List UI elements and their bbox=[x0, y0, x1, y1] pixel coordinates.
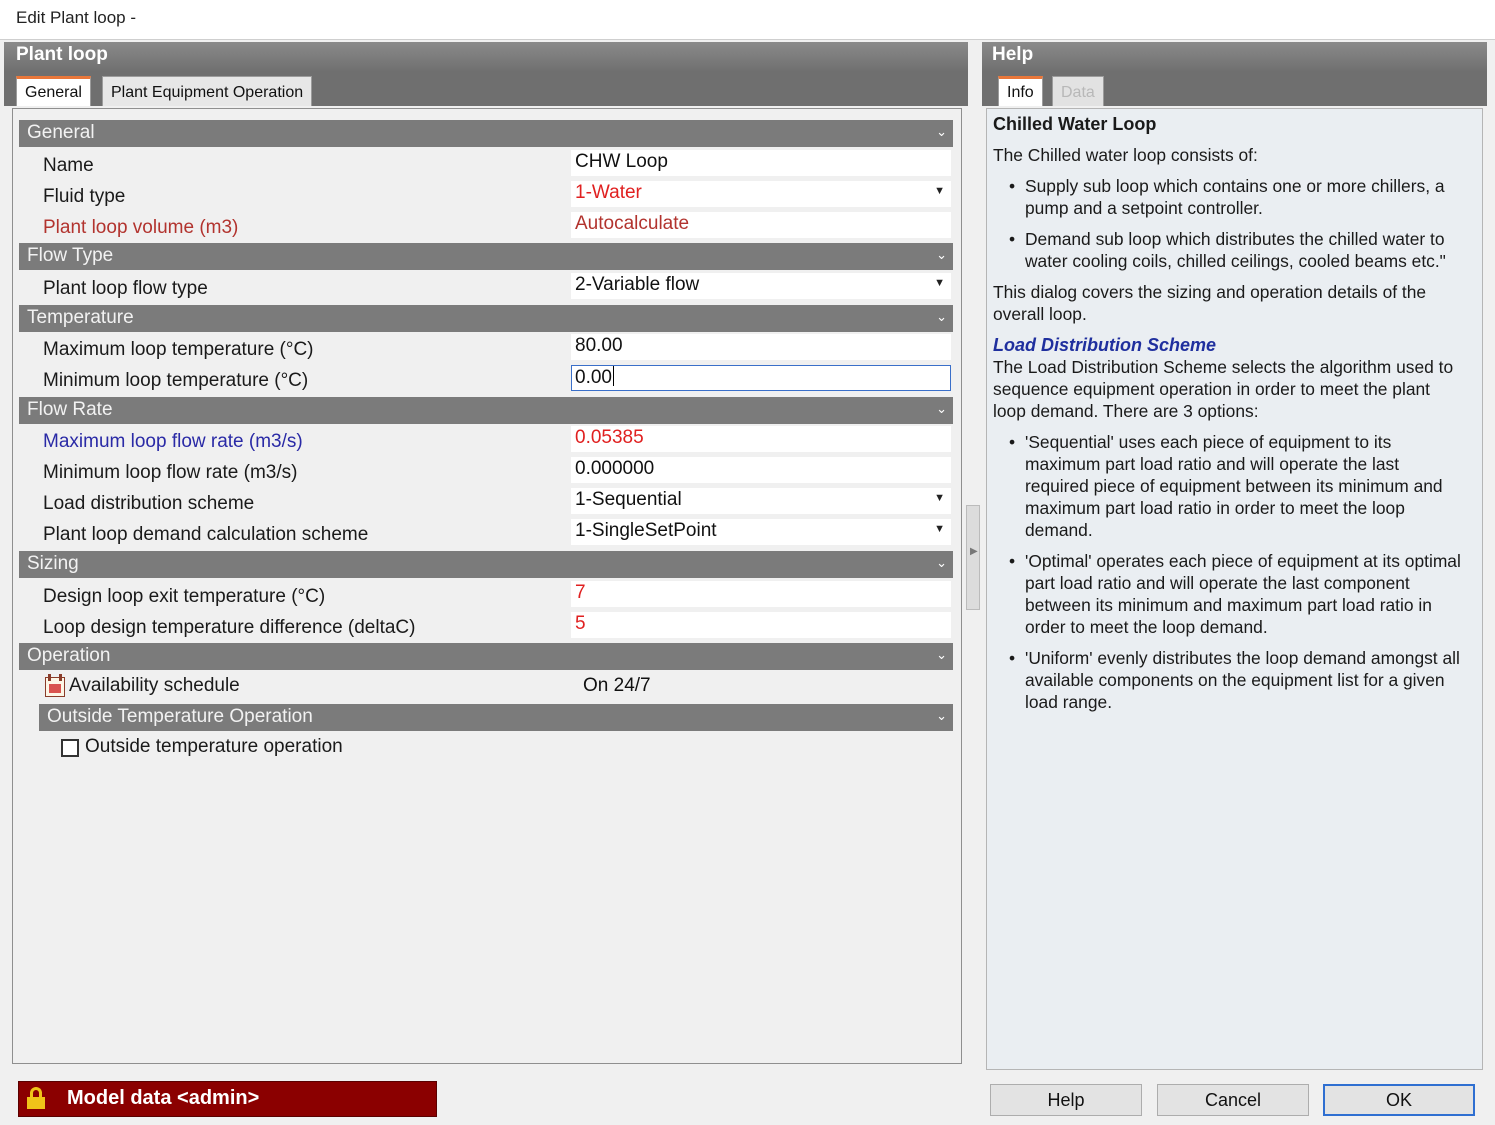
plant-loop-volume-label: Plant loop volume (m3) bbox=[43, 217, 239, 238]
design-exit-temp-input[interactable]: 7 bbox=[571, 581, 951, 607]
dropdown-arrow-icon[interactable]: ▼ bbox=[934, 523, 945, 535]
collapse-chevron-icon[interactable]: ⌄ bbox=[936, 247, 947, 263]
design-exit-temp-label: Design loop exit temperature (°C) bbox=[43, 586, 326, 607]
availability-schedule-label: Availability schedule bbox=[69, 675, 240, 696]
lock-icon bbox=[27, 1087, 45, 1109]
help-subheading: Load Distribution Scheme bbox=[993, 335, 1217, 355]
design-delta-t-input[interactable]: 5 bbox=[571, 612, 951, 638]
load-distribution-label: Load distribution scheme bbox=[43, 493, 255, 514]
max-loop-temp-label: Maximum loop temperature (°C) bbox=[43, 339, 314, 360]
section-general-title: General bbox=[27, 122, 95, 143]
help-option-list: 'Sequential' uses each piece of equipmen… bbox=[993, 431, 1463, 713]
help-component-list: Supply sub loop which contains one or mo… bbox=[993, 175, 1463, 272]
dropdown-arrow-icon[interactable]: ▼ bbox=[934, 492, 945, 504]
section-flow-type[interactable]: Flow Type ⌄ bbox=[19, 243, 953, 270]
section-operation[interactable]: Operation ⌄ bbox=[19, 643, 953, 670]
help-dialog-note: This dialog covers the sizing and operat… bbox=[993, 282, 1427, 324]
loop-flow-type-select[interactable]: 2-Variable flow ▼ bbox=[571, 273, 951, 299]
model-data-status: Model data <admin> bbox=[18, 1081, 437, 1117]
help-list-item: 'Uniform' evenly distributes the loop de… bbox=[993, 647, 1463, 713]
help-intro: The Chilled water loop consists of: bbox=[993, 145, 1258, 165]
plant-loop-volume-input[interactable]: Autocalculate bbox=[571, 212, 951, 238]
max-loop-temp-input[interactable]: 80.00 bbox=[571, 334, 951, 360]
loop-flow-type-label: Plant loop flow type bbox=[43, 278, 208, 299]
fluid-type-label: Fluid type bbox=[43, 186, 126, 207]
load-distribution-value: 1-Sequential bbox=[575, 489, 682, 510]
dropdown-arrow-icon[interactable]: ▼ bbox=[934, 185, 945, 197]
section-temperature-title: Temperature bbox=[27, 307, 134, 328]
help-scheme-intro: The Load Distribution Scheme selects the… bbox=[993, 357, 1454, 421]
section-general[interactable]: General ⌄ bbox=[19, 120, 953, 147]
help-list-item: 'Optimal' operates each piece of equipme… bbox=[993, 550, 1463, 638]
help-content: Chilled Water Loop The Chilled water loo… bbox=[993, 113, 1463, 722]
loop-flow-type-value: 2-Variable flow bbox=[575, 274, 700, 295]
design-delta-t-label: Loop design temperature difference (delt… bbox=[43, 617, 416, 638]
help-title: Chilled Water Loop bbox=[993, 114, 1157, 134]
help-tab-strip: Info Data bbox=[982, 72, 1487, 106]
help-header: Help bbox=[982, 42, 1487, 72]
section-outside-temp-operation[interactable]: Outside Temperature Operation ⌄ bbox=[39, 704, 953, 731]
plant-loop-header: Plant loop bbox=[4, 42, 968, 72]
collapse-chevron-icon[interactable]: ⌄ bbox=[936, 309, 947, 325]
outside-temp-checkbox[interactable] bbox=[61, 739, 79, 757]
outside-temp-checkbox-label: Outside temperature operation bbox=[85, 736, 343, 757]
load-distribution-select[interactable]: 1-Sequential ▼ bbox=[571, 488, 951, 514]
collapse-chevron-icon[interactable]: ⌄ bbox=[936, 401, 947, 417]
cancel-button[interactable]: Cancel bbox=[1157, 1084, 1309, 1116]
help-button[interactable]: Help bbox=[990, 1084, 1142, 1116]
help-list-item: 'Sequential' uses each piece of equipmen… bbox=[993, 431, 1463, 541]
demand-calc-scheme-select[interactable]: 1-SingleSetPoint ▼ bbox=[571, 519, 951, 545]
window-title-bar: Edit Plant loop - bbox=[0, 0, 1495, 40]
tab-info[interactable]: Info bbox=[998, 76, 1043, 106]
help-list-item: Demand sub loop which distributes the ch… bbox=[993, 228, 1463, 272]
tab-plant-equipment-operation[interactable]: Plant Equipment Operation bbox=[102, 76, 313, 106]
section-flow-rate[interactable]: Flow Rate ⌄ bbox=[19, 397, 953, 424]
splitter-arrow-icon: ▶ bbox=[970, 546, 978, 557]
left-tab-strip: General Plant Equipment Operation bbox=[4, 72, 968, 106]
help-panel: Chilled Water Loop The Chilled water loo… bbox=[986, 108, 1483, 1070]
section-flow-rate-title: Flow Rate bbox=[27, 399, 113, 420]
section-sizing-title: Sizing bbox=[27, 553, 79, 574]
section-flow-type-title: Flow Type bbox=[27, 245, 114, 266]
section-operation-title: Operation bbox=[27, 645, 111, 666]
window-title: Edit Plant loop - bbox=[16, 8, 137, 27]
section-temperature[interactable]: Temperature ⌄ bbox=[19, 305, 953, 332]
demand-calc-scheme-label: Plant loop demand calculation scheme bbox=[43, 524, 369, 545]
ok-button[interactable]: OK bbox=[1323, 1084, 1475, 1116]
section-sizing[interactable]: Sizing ⌄ bbox=[19, 551, 953, 578]
tab-data: Data bbox=[1052, 76, 1104, 106]
calendar-icon bbox=[45, 674, 65, 697]
collapse-chevron-icon[interactable]: ⌄ bbox=[936, 555, 947, 571]
max-loop-flow-label: Maximum loop flow rate (m3/s) bbox=[43, 431, 303, 452]
demand-calc-scheme-value: 1-SingleSetPoint bbox=[575, 520, 717, 541]
tab-general[interactable]: General bbox=[16, 76, 91, 106]
min-loop-temp-label: Minimum loop temperature (°C) bbox=[43, 370, 309, 391]
min-loop-temp-input[interactable]: 0.00 bbox=[571, 365, 951, 391]
plant-loop-form: General ⌄ Name CHW Loop Fluid type 1-Wat… bbox=[12, 108, 962, 1064]
text-caret bbox=[612, 366, 614, 386]
collapse-chevron-icon[interactable]: ⌄ bbox=[936, 647, 947, 663]
help-list-item: Supply sub loop which contains one or mo… bbox=[993, 175, 1463, 219]
name-input[interactable]: CHW Loop bbox=[571, 150, 951, 176]
dropdown-arrow-icon[interactable]: ▼ bbox=[934, 277, 945, 289]
collapse-chevron-icon[interactable]: ⌄ bbox=[936, 124, 947, 140]
pane-splitter[interactable]: ▶ bbox=[966, 505, 980, 610]
availability-schedule-value[interactable]: On 24/7 bbox=[579, 674, 959, 700]
min-loop-temp-value: 0.00 bbox=[575, 367, 612, 388]
min-loop-flow-input[interactable]: 0.000000 bbox=[571, 457, 951, 483]
fluid-type-select[interactable]: 1-Water ▼ bbox=[571, 181, 951, 207]
collapse-chevron-icon[interactable]: ⌄ bbox=[936, 708, 947, 724]
model-data-label: Model data <admin> bbox=[67, 1087, 260, 1109]
min-loop-flow-label: Minimum loop flow rate (m3/s) bbox=[43, 462, 298, 483]
section-outside-temp-title: Outside Temperature Operation bbox=[47, 706, 313, 727]
fluid-type-value: 1-Water bbox=[575, 182, 642, 203]
name-label: Name bbox=[43, 155, 94, 176]
max-loop-flow-input[interactable]: 0.05385 bbox=[571, 426, 951, 452]
